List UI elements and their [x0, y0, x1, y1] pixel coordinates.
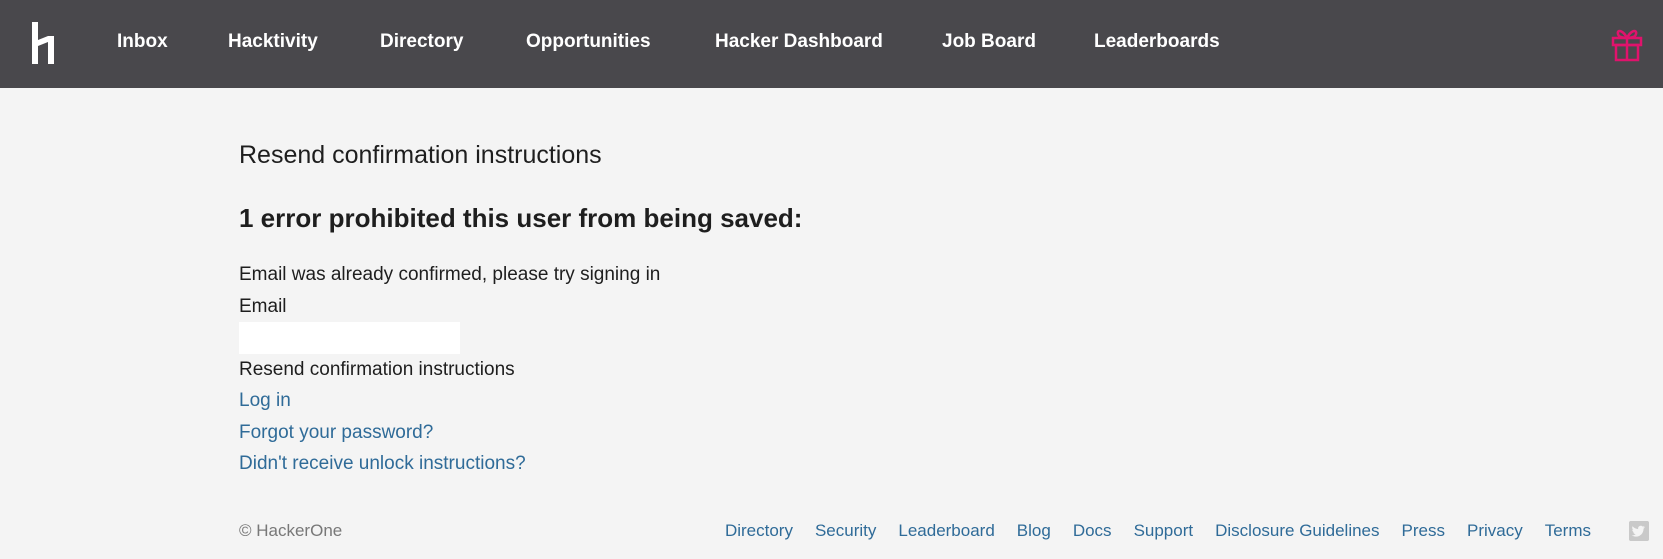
nav-link-inbox[interactable]: Inbox — [117, 30, 168, 54]
footer-link-terms[interactable]: Terms — [1545, 520, 1591, 542]
twitter-icon[interactable] — [1629, 521, 1649, 541]
main-content: Resend confirmation instructions 1 error… — [239, 0, 1439, 559]
hackerone-logo-icon[interactable] — [32, 22, 58, 64]
error-heading: 1 error prohibited this user from being … — [239, 203, 803, 233]
forgot-password-link[interactable]: Forgot your password? — [239, 421, 433, 445]
footer-link-press[interactable]: Press — [1402, 520, 1445, 542]
footer-link-security[interactable]: Security — [815, 520, 876, 542]
footer-link-leaderboard[interactable]: Leaderboard — [898, 520, 994, 542]
footer-link-docs[interactable]: Docs — [1073, 520, 1112, 542]
resend-confirmation-button[interactable]: Resend confirmation instructions — [239, 358, 515, 382]
email-label: Email — [239, 296, 287, 317]
footer-link-privacy[interactable]: Privacy — [1467, 520, 1523, 542]
footer-link-disclosure-guidelines[interactable]: Disclosure Guidelines — [1215, 520, 1379, 542]
unlock-instructions-link[interactable]: Didn't receive unlock instructions? — [239, 452, 526, 476]
page-title: Resend confirmation instructions — [239, 141, 602, 169]
gift-icon[interactable] — [1610, 24, 1644, 62]
footer-copyright: © HackerOne — [239, 521, 343, 540]
email-field[interactable] — [239, 322, 460, 354]
footer-link-directory[interactable]: Directory — [725, 520, 793, 542]
login-link[interactable]: Log in — [239, 389, 291, 413]
footer-link-blog[interactable]: Blog — [1017, 520, 1051, 542]
error-message: Email was already confirmed, please try … — [239, 264, 661, 285]
footer-link-support[interactable]: Support — [1134, 520, 1194, 542]
footer-links: Directory Security Leaderboard Blog Docs… — [703, 520, 1591, 542]
